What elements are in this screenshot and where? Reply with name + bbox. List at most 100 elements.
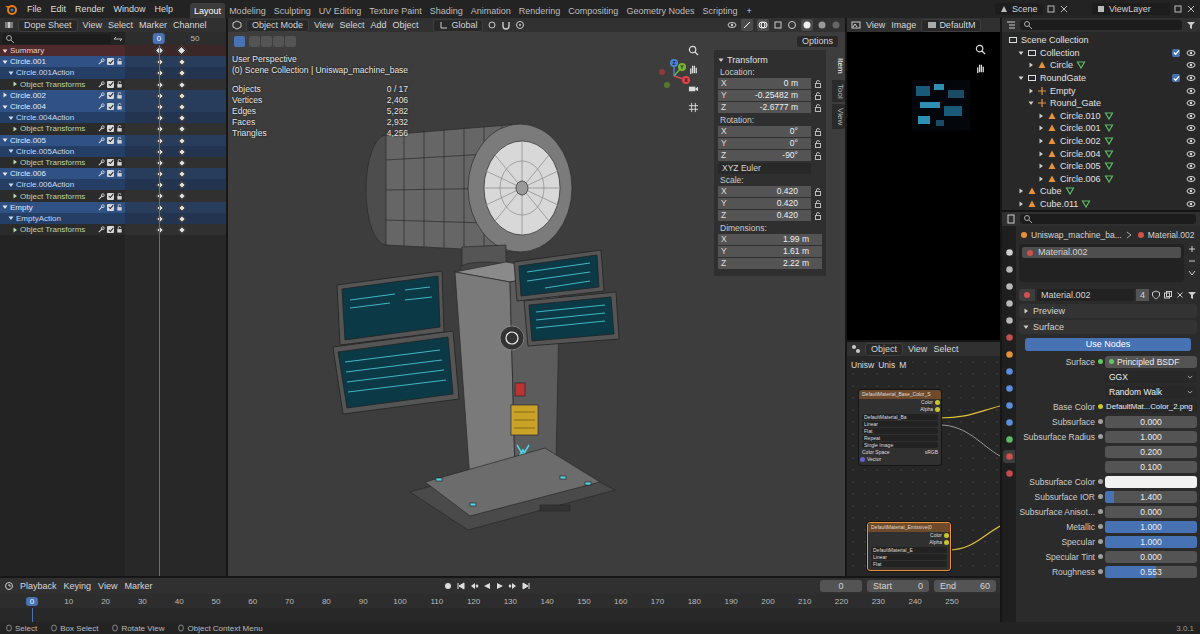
channel-row[interactable]: Circle.002 [0, 90, 125, 101]
shader-editor[interactable]: Object ViewSelect UniswUnisM DefaultMate… [847, 342, 1000, 576]
channel-row[interactable]: Object Transforms [0, 123, 125, 134]
properties-tab[interactable] [1003, 416, 1015, 429]
prev-keyframe-icon[interactable] [469, 581, 479, 591]
path-item[interactable]: Material.002 [1148, 230, 1195, 240]
properties-tab[interactable] [1003, 365, 1015, 378]
breadcrumb[interactable]: Unis [878, 360, 895, 370]
keyframe-diamond[interactable] [156, 159, 164, 167]
zoom-icon[interactable] [975, 44, 986, 55]
object-mode-dropdown[interactable]: Object Mode [246, 19, 309, 32]
blender-logo-icon[interactable] [4, 2, 18, 16]
mesh-data-icon[interactable] [1104, 136, 1114, 146]
outliner-item[interactable]: Cube [1002, 185, 1200, 198]
eye-icon[interactable] [1186, 123, 1196, 133]
number-field[interactable]: Y 0° [718, 138, 811, 150]
properties-tab[interactable] [1003, 450, 1015, 463]
menu-item[interactable]: Help [151, 4, 178, 14]
select-subtract-icon[interactable] [273, 36, 284, 47]
header-menu[interactable]: Channel [172, 20, 208, 30]
node-option-field[interactable]: Linear [862, 421, 938, 427]
number-field[interactable]: X 0 m [718, 78, 811, 90]
lock-icon[interactable] [116, 193, 123, 200]
mesh-data-icon[interactable] [1104, 123, 1114, 133]
outliner-item[interactable]: Cube.011 [1002, 198, 1200, 210]
outliner-search-field[interactable] [1020, 20, 1182, 30]
keyframe-diamond[interactable] [156, 92, 164, 100]
timeline-track[interactable] [0, 608, 1000, 622]
navigation-gizmo[interactable]: XYZ [656, 58, 692, 94]
header-menu[interactable]: Select [107, 20, 134, 30]
keyframe-diamond[interactable] [177, 170, 185, 178]
image-texture-node[interactable]: DefaultMaterial_Emissive(0 ColorAlpha De… [867, 522, 951, 571]
unlocked-icon[interactable] [814, 128, 822, 136]
workspace-tab[interactable]: Animation [467, 3, 515, 18]
expand-arrow-icon[interactable] [1018, 75, 1024, 81]
options-dropdown[interactable]: Options [796, 35, 839, 48]
keyframe-diamond[interactable] [177, 103, 185, 111]
header-menu[interactable]: Playback [19, 581, 58, 591]
keyframe-diamond[interactable] [177, 226, 185, 234]
keyframe-diamond[interactable] [156, 136, 164, 144]
workspace-tab[interactable]: Shading [426, 3, 467, 18]
node-option-field[interactable]: Repeat [862, 435, 938, 441]
expand-arrow-icon[interactable] [8, 70, 14, 76]
expand-arrow-icon[interactable] [1028, 62, 1034, 68]
expand-arrow-icon[interactable] [8, 148, 14, 154]
collapse-arrow-icon[interactable] [718, 57, 724, 63]
frame-cursor-line[interactable] [32, 608, 33, 622]
zoom-icon[interactable] [688, 45, 699, 56]
mesh-data-icon[interactable] [1081, 199, 1091, 209]
image-texture-node[interactable]: DefaultMaterial_Base_Color_S ColorAlpha … [859, 390, 941, 465]
fake-user-icon[interactable] [1151, 290, 1161, 300]
unlocked-icon[interactable] [814, 212, 822, 220]
jump-end-icon[interactable] [521, 581, 531, 591]
slider-field[interactable]: 0.000 [1105, 506, 1197, 518]
header-menu[interactable]: Marker [138, 20, 168, 30]
mesh-data-icon[interactable] [1076, 60, 1086, 70]
unlink-icon[interactable] [1175, 290, 1185, 300]
next-keyframe-icon[interactable] [508, 581, 518, 591]
expand-arrow-icon[interactable] [12, 159, 18, 165]
gizmo-toggle-icon[interactable] [741, 19, 753, 31]
lock-icon[interactable] [116, 170, 123, 177]
sidebar-tab[interactable]: Tool [832, 80, 845, 103]
mesh-data-icon[interactable] [1104, 111, 1114, 121]
number-field[interactable]: Z -90° [718, 150, 811, 162]
menu-item[interactable]: Window [110, 4, 150, 14]
mesh-data-icon[interactable] [1104, 161, 1114, 171]
channel-checkbox[interactable] [107, 226, 114, 233]
copy-icon[interactable] [1046, 4, 1056, 14]
vector-component-field[interactable]: 1.000 [1105, 431, 1197, 443]
workspace-tab[interactable]: Scripting [698, 3, 741, 18]
eye-icon[interactable] [1186, 174, 1196, 184]
outliner-item[interactable]: Circle.006 [1002, 173, 1200, 186]
keyframe-diamond[interactable] [156, 192, 164, 200]
expand-arrow-icon[interactable] [1038, 125, 1044, 131]
sidebar-tab[interactable]: View [832, 104, 845, 129]
outliner-item[interactable]: Scene Collection [1002, 34, 1200, 47]
slider-field[interactable]: 0.000 [1105, 416, 1197, 428]
outliner-item[interactable]: Collection [1002, 47, 1200, 60]
lock-icon[interactable] [116, 125, 123, 132]
channel-row[interactable]: Object Transforms [0, 190, 125, 201]
lock-icon[interactable] [116, 81, 123, 88]
properties-tab[interactable] [1003, 382, 1015, 395]
keyframe-diamond[interactable] [177, 69, 185, 77]
lock-icon[interactable] [116, 103, 123, 110]
expand-arrow-icon[interactable] [1038, 176, 1044, 182]
pin-icon[interactable] [1199, 230, 1200, 240]
properties-search-field[interactable] [1020, 214, 1196, 224]
number-field[interactable]: X 0° [718, 126, 811, 138]
eye-icon[interactable] [1186, 60, 1196, 70]
expand-arrow-icon[interactable] [2, 104, 8, 110]
keyframe-diamond[interactable] [156, 170, 164, 178]
modifier-icon[interactable] [98, 204, 105, 211]
slider-field[interactable]: 0.553 [1105, 566, 1197, 578]
duplicate-icon[interactable] [1163, 290, 1173, 300]
node-image-field[interactable]: DefaultMaterial_Ba [862, 414, 938, 420]
lock-icon[interactable] [116, 159, 123, 166]
keyframe-diamond[interactable] [156, 58, 164, 66]
expand-arrow-icon[interactable] [8, 215, 14, 221]
outliner-item[interactable]: Circle.002 [1002, 135, 1200, 148]
orientation-dropdown[interactable]: Global [433, 19, 483, 32]
